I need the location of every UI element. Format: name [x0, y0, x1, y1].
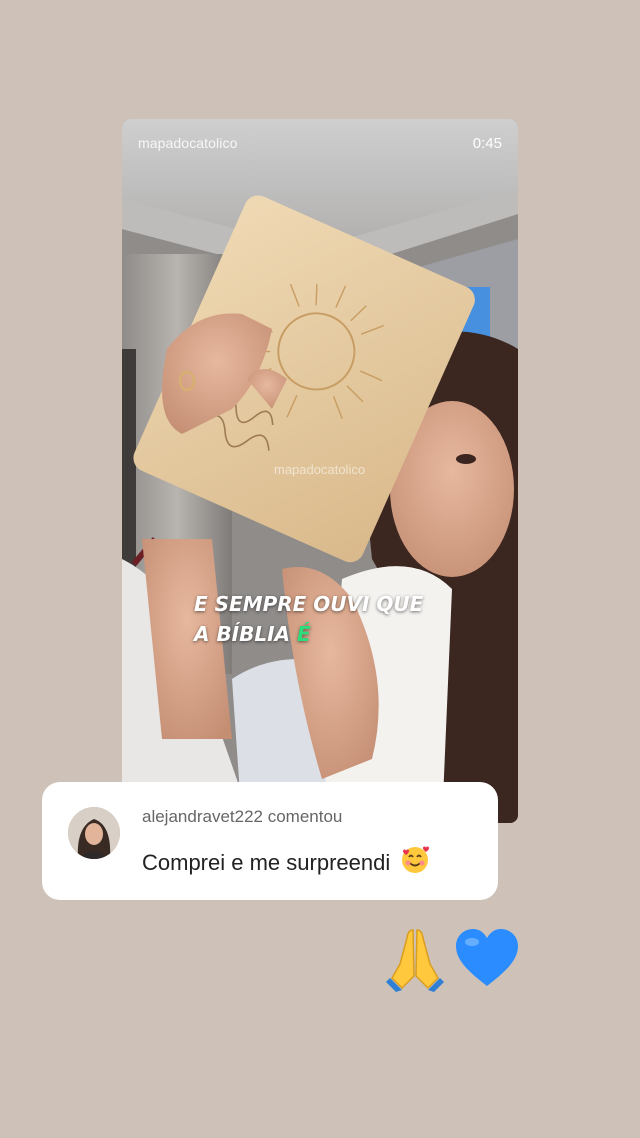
- story-author[interactable]: mapadocatolico: [138, 135, 237, 151]
- video-caption: E SEMPRE OUVI QUE A BÍBLIA É: [194, 589, 423, 649]
- comment-sticker[interactable]: alejandravet222 comentou Comprei e me su…: [42, 782, 498, 900]
- video-watermark: mapadocatolico: [274, 462, 366, 477]
- avatar[interactable]: [68, 807, 120, 859]
- comment-username[interactable]: alejandravet222: [142, 807, 263, 826]
- smiling-face-with-hearts-icon: [400, 845, 430, 881]
- comment-text: Comprei e me surpreendi: [142, 850, 391, 875]
- comment-body: Comprei e me surpreendi: [142, 845, 430, 881]
- folded-hands-icon: [380, 924, 450, 999]
- reaction-emojis: [380, 924, 522, 999]
- comment-header: alejandravet222 comentou: [142, 807, 342, 827]
- caption-line-1: E SEMPRE OUVI QUE: [194, 592, 424, 616]
- caption-line-2: A BÍBLIA É: [194, 619, 423, 649]
- caption-line-2-text: A BÍBLIA: [194, 622, 291, 646]
- caption-highlight: É: [297, 622, 311, 646]
- video-duration: 0:45: [472, 135, 502, 152]
- comment-action: comentou: [267, 807, 343, 826]
- blue-heart-icon: [452, 924, 522, 999]
- story-card[interactable]: mapadocatolico 0:45 mapadocatolico E SEM…: [122, 119, 518, 823]
